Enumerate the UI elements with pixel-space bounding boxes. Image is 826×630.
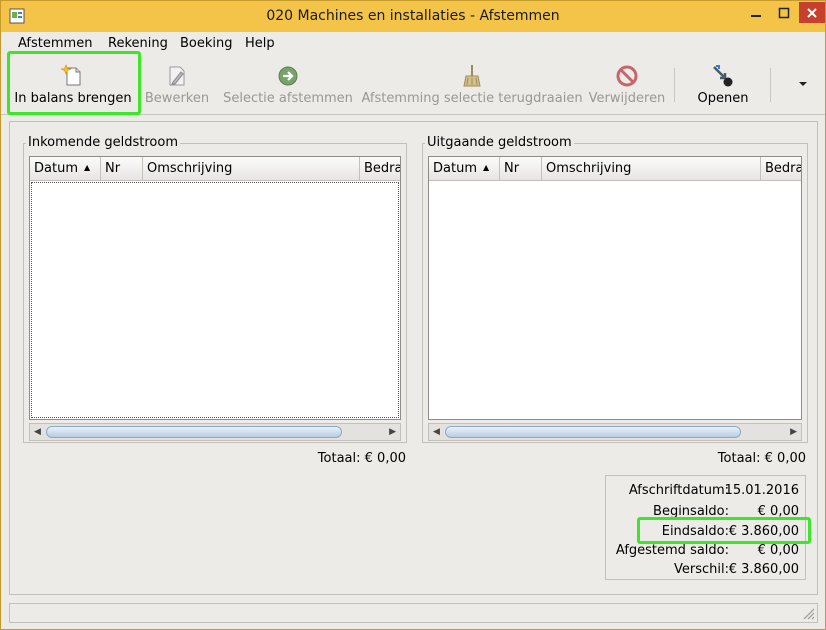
maximize-button[interactable] — [771, 2, 797, 23]
incoming-hscrollbar[interactable]: ◀ ▶ — [29, 423, 401, 441]
forward-arrow-icon — [278, 66, 298, 86]
afstemming-terugdraaien-button[interactable]: Afstemming selectie terugdraaien — [361, 56, 583, 112]
outgoing-hscrollbar[interactable]: ◀ ▶ — [428, 423, 802, 441]
title-bar[interactable]: 020 Machines en installaties - Afstemmen — [1, 1, 825, 32]
verschil-label: Verschil: — [674, 562, 729, 577]
verwijderen-button[interactable]: Verwijderen — [587, 56, 667, 112]
outgoing-total-value: € 0,00 — [764, 451, 806, 466]
outgoing-col-omschrijving[interactable]: Omschrijving — [542, 157, 761, 181]
summary-afschriftdatum: Afschriftdatum: 15.01.2016 — [606, 483, 805, 503]
toolbar-overflow-button[interactable] — [793, 56, 813, 112]
edit-icon — [169, 66, 185, 86]
status-bar — [9, 603, 818, 623]
afstemming-terugdraaien-label: Afstemming selectie terugdraaien — [361, 91, 583, 106]
incoming-col-datum-label: Datum — [34, 161, 78, 176]
menu-boeking[interactable]: Boeking — [180, 36, 233, 51]
afschriftdatum-value: 15.01.2016 — [724, 483, 799, 498]
afgestemd-saldo-value: € 0,00 — [757, 543, 799, 558]
outgoing-col-nr[interactable]: Nr — [500, 157, 542, 181]
outgoing-col-omschrijving-label: Omschrijving — [546, 161, 632, 176]
sort-up-icon: ▲ — [482, 163, 490, 172]
incoming-title: Inkomende geldstroom — [26, 135, 180, 150]
scroll-right-icon[interactable]: ▶ — [389, 427, 396, 437]
highlight-in-balans-brengen — [7, 51, 141, 115]
incoming-col-datum[interactable]: Datum ▲ — [30, 157, 101, 181]
outgoing-title: Uitgaande geldstroom — [425, 135, 574, 150]
openen-label: Openen — [697, 91, 749, 106]
outgoing-total: Totaal: € 0,00 — [718, 451, 806, 466]
incoming-group: Inkomende geldstroom Datum ▲ Nr Omschrijv… — [23, 135, 407, 443]
incoming-col-bedrag[interactable]: Bedra — [360, 157, 401, 181]
afgestemd-saldo-label: Afgestemd saldo: — [615, 543, 729, 558]
toolbar-separator — [674, 68, 675, 102]
sort-up-icon: ▲ — [83, 163, 91, 172]
scroll-left-icon[interactable]: ◀ — [34, 427, 41, 437]
maximize-icon — [778, 7, 790, 18]
resize-grip-icon[interactable] — [801, 606, 815, 620]
outgoing-col-bedrag-label: Bedra — [765, 161, 802, 176]
verschil-value: € 3.860,00 — [728, 562, 799, 577]
close-icon — [807, 7, 817, 18]
incoming-total-value: € 0,00 — [364, 451, 406, 466]
close-button[interactable] — [799, 2, 825, 23]
outgoing-group: Uitgaande geldstroom Datum ▲ Nr Omschrijv… — [422, 135, 808, 443]
scroll-left-icon[interactable]: ◀ — [433, 427, 440, 437]
menu-rekening[interactable]: Rekening — [108, 36, 168, 51]
outgoing-col-datum-label: Datum — [433, 161, 477, 176]
selectie-afstemmen-button[interactable]: Selectie afstemmen — [221, 56, 355, 112]
summary-verschil: Verschil: € 3.860,00 — [606, 562, 805, 582]
minimize-button[interactable] — [743, 2, 769, 23]
minimize-icon — [751, 14, 761, 17]
outgoing-col-datum[interactable]: Datum ▲ — [429, 157, 500, 181]
window-title: 020 Machines en installaties - Afstemmen — [266, 8, 560, 24]
menu-afstemmen[interactable]: Afstemmen — [18, 36, 92, 51]
outgoing-col-bedrag[interactable]: Bedra — [761, 157, 802, 181]
incoming-list-body[interactable] — [31, 182, 399, 418]
summary-afgestemd-saldo: Afgestemd saldo: € 0,00 — [606, 543, 805, 563]
bewerken-label: Bewerken — [144, 91, 210, 106]
openen-button[interactable]: Openen — [687, 56, 759, 112]
scroll-right-icon[interactable]: ▶ — [790, 427, 797, 437]
incoming-total-label: Totaal: — [317, 451, 361, 466]
bewerken-button[interactable]: Bewerken — [141, 56, 213, 112]
reconcile-window: 020 Machines en installaties - Afstemmen… — [0, 0, 826, 630]
jump-icon — [713, 65, 733, 87]
incoming-col-omschrijving[interactable]: Omschrijving — [143, 157, 360, 181]
highlight-eindsaldo — [637, 517, 811, 544]
broom-icon — [463, 65, 481, 87]
outgoing-col-nr-label: Nr — [504, 161, 520, 176]
afschriftdatum-label: Afschriftdatum: — [628, 483, 729, 498]
incoming-total: Totaal: € 0,00 — [318, 451, 406, 466]
incoming-scroll-thumb[interactable] — [46, 426, 342, 438]
toolbar-separator-2 — [770, 68, 771, 102]
dropdown-arrow-icon — [799, 82, 807, 86]
delete-icon — [616, 65, 638, 87]
outgoing-total-label: Totaal: — [717, 451, 761, 466]
incoming-col-omschrijving-label: Omschrijving — [147, 161, 233, 176]
selectie-afstemmen-label: Selectie afstemmen — [223, 91, 353, 106]
incoming-col-bedrag-label: Bedra — [364, 161, 401, 176]
incoming-list[interactable]: Datum ▲ Nr Omschrijving Bedra — [29, 156, 401, 420]
verwijderen-label: Verwijderen — [588, 91, 666, 106]
outgoing-scroll-thumb[interactable] — [445, 426, 741, 438]
outgoing-list-body[interactable] — [430, 182, 800, 418]
outgoing-list[interactable]: Datum ▲ Nr Omschrijving Bedra — [428, 156, 802, 420]
incoming-col-nr[interactable]: Nr — [101, 157, 143, 181]
incoming-col-nr-label: Nr — [105, 161, 121, 176]
menu-help[interactable]: Help — [245, 36, 275, 51]
